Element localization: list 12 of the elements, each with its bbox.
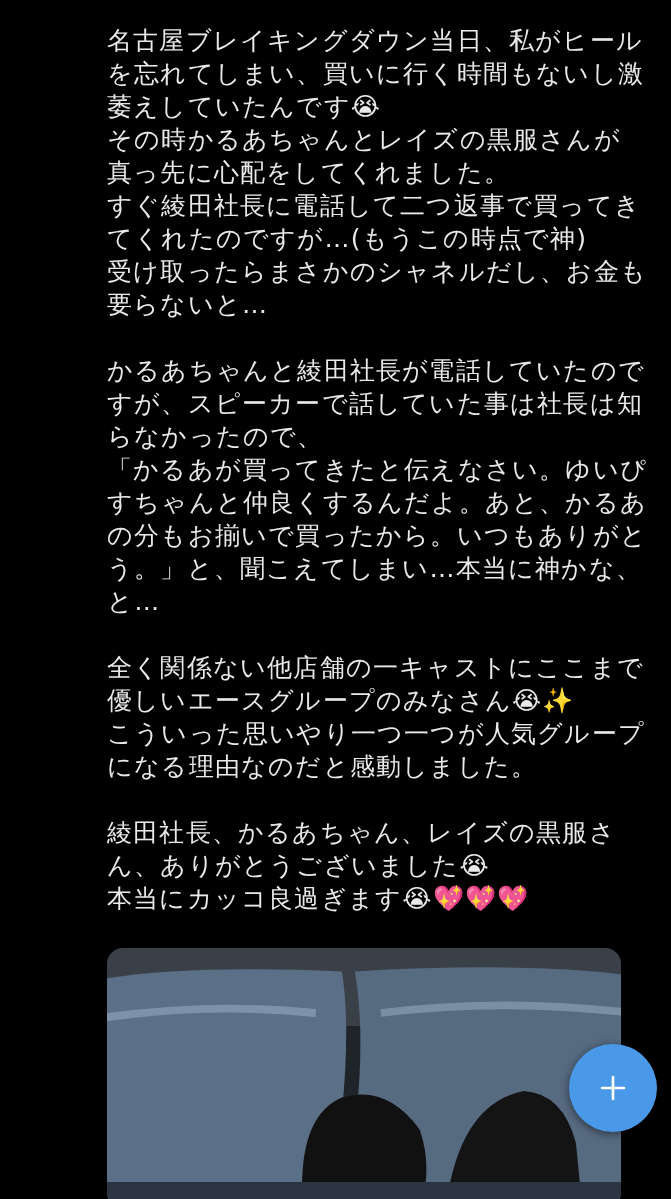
post-text: 全く関係ない他店舗の一キャストにここまで優しいエースグループのみなさん😭✨ (107, 652, 645, 717)
post-text: 「かるあが買ってきたと伝えなさい。ゆいぴすちゃんと仲良くするんだよ。あと、かるあの分もお揃いで買ったから。いつもありがとう。」と、聞こえてしまい…本当に神かな、と… (107, 454, 647, 618)
post-text: 綾田社長、かるあちゃん、レイズの黒服さん、ありがとうございました😭 (107, 817, 617, 882)
plus-icon (600, 1075, 626, 1101)
post-text: 本当にカッコ良過ぎます😭💖💖💖 (107, 883, 531, 915)
post-text: かるあちゃんと綾田社長が電話していたのですが、スピーカーで話していた事は社長は知らなかったので、 (107, 355, 646, 453)
post-text: 真っ先に心配をしてくれました。 (107, 157, 511, 189)
post-text: その時かるあちゃんとレイズの黒服さんが (107, 124, 622, 156)
post-text: すぐ綾田社長に電話して二つ返事で買ってきてくれたのですが…(もうこの時点で神) (107, 190, 642, 255)
post-text: 名古屋ブレイキングダウン当日、私がヒールを忘れてしまい、買いに行く時間もないし激萎えしていたんです😭 (107, 25, 645, 123)
post-text: 受け取ったらまさかのシャネルだし、お金も要らないと… (107, 256, 647, 321)
post-text: こういった思いやり一つ一つが人気グループになる理由なのだと感動しました。 (107, 718, 646, 783)
